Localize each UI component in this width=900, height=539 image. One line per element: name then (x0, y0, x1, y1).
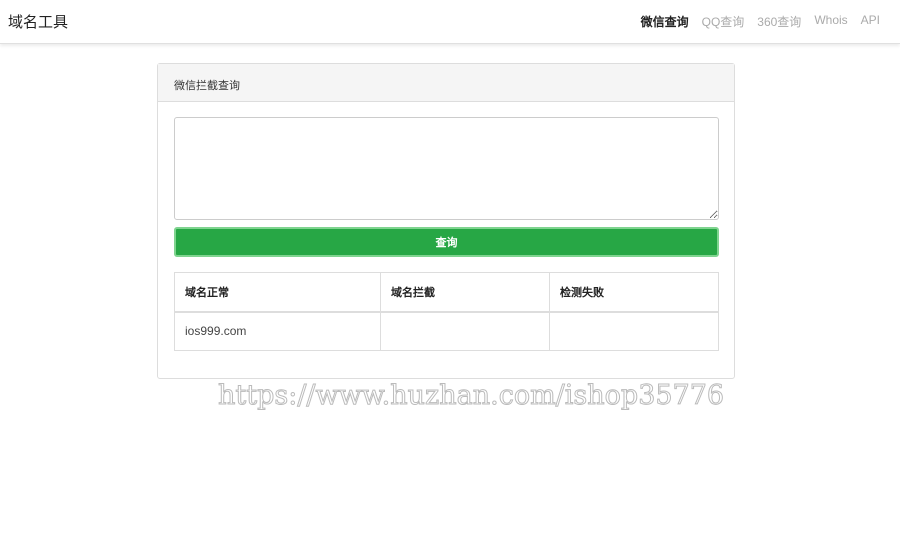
table-row: ios999.com (174, 311, 719, 351)
result-table: 域名正常 域名拦截 检测失败 ios999.com (174, 272, 719, 351)
nav-wechat[interactable]: 微信查询 (641, 13, 689, 30)
cell (549, 311, 719, 351)
header-failed: 检测失败 (549, 272, 719, 313)
nav-360[interactable]: 360查询 (757, 13, 801, 30)
domain-input[interactable] (174, 117, 719, 220)
query-button[interactable]: 查询 (174, 227, 719, 257)
nav-links: 微信查询 QQ查询 360查询 Whois API (641, 13, 892, 30)
cell (380, 311, 550, 351)
brand[interactable]: 域名工具 (8, 11, 68, 32)
watermark: https://www.huzhan.com/ishop35776 (217, 380, 725, 412)
navbar: 域名工具 微信查询 QQ查询 360查询 Whois API (0, 0, 900, 44)
header-normal: 域名正常 (174, 272, 381, 313)
nav-api[interactable]: API (861, 13, 880, 30)
panel-title: 微信拦截查询 (158, 64, 734, 102)
cell: ios999.com (174, 311, 381, 351)
table-header: 域名正常 域名拦截 检测失败 (174, 272, 719, 313)
nav-qq[interactable]: QQ查询 (702, 13, 745, 30)
query-panel: 微信拦截查询 查询 域名正常 域名拦截 检测失败 ios999.com (157, 63, 735, 379)
nav-whois[interactable]: Whois (814, 13, 847, 30)
header-blocked: 域名拦截 (380, 272, 550, 313)
